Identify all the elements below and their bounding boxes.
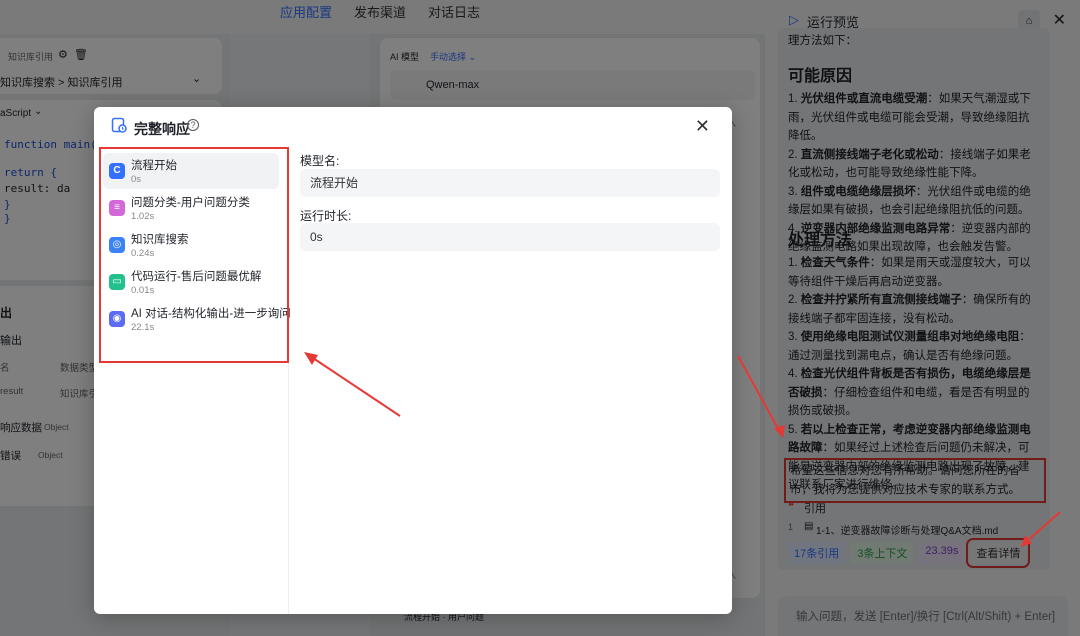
field-label: 模型名: <box>300 154 340 168</box>
annotation-box <box>99 147 289 363</box>
duration-value: 0s <box>300 223 720 251</box>
model-name-value: 流程开始 <box>300 169 720 197</box>
modal-title: 完整响应 <box>134 121 190 137</box>
response-icon <box>111 117 127 133</box>
field-label: 运行时长: <box>300 209 352 223</box>
modal-header: 完整响应 ? ✕ <box>94 107 732 147</box>
help-icon[interactable]: ? <box>187 119 199 131</box>
close-icon[interactable]: ✕ <box>695 116 710 137</box>
